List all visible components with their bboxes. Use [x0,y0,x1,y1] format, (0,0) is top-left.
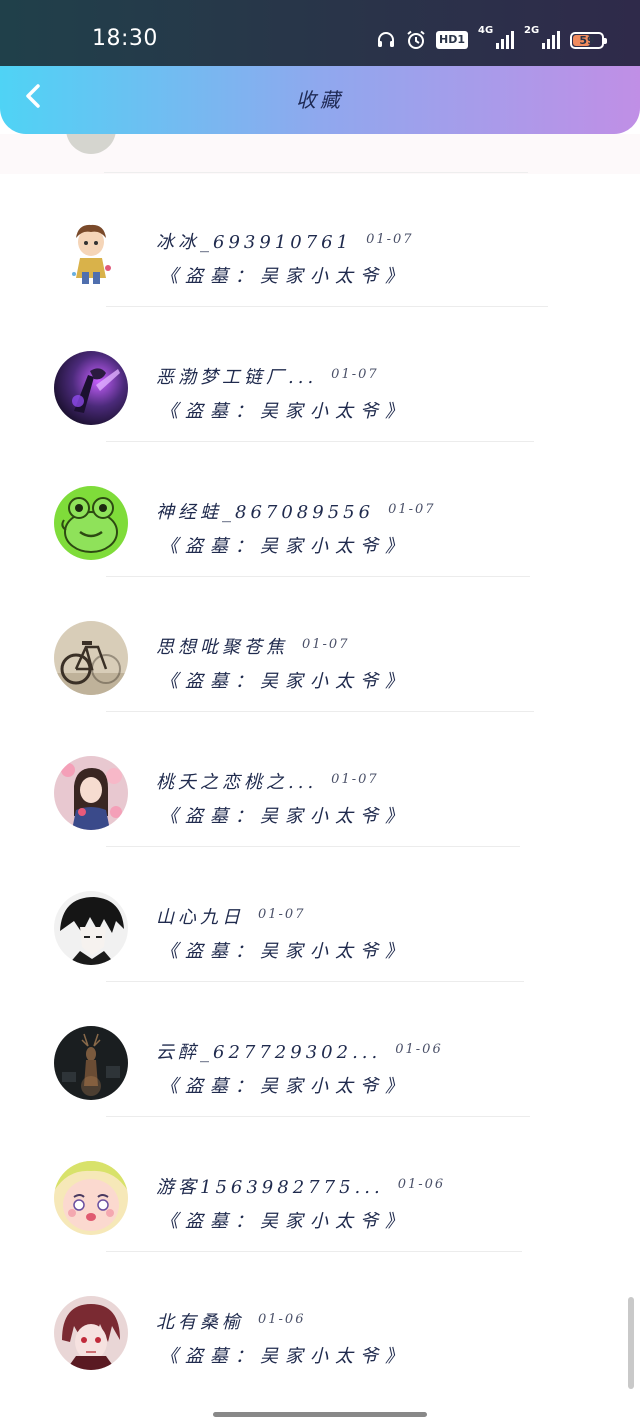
home-indicator[interactable] [213,1412,427,1417]
item-date: 01-07 [388,502,436,517]
list-item[interactable]: 恶渤梦工链厂... 01-07 《盗墓：吴家小太爷》 [0,307,640,442]
item-book-title: 《盗墓：吴家小太爷》 [160,1211,410,1232]
avatar [54,1296,128,1370]
item-username: 云醉_627729302... [156,1042,382,1063]
avatar [54,756,128,830]
item-date: 01-06 [397,1177,446,1192]
list-item[interactable]: 北有桑榆 01-06 《盗墓：吴家小太爷》 [0,1252,640,1387]
avatar [54,621,128,695]
item-username: 游客1563982775... [156,1177,384,1198]
avatar [66,134,116,154]
item-date: 01-07 [331,772,379,787]
list-item[interactable]: 山心九日 01-07 《盗墓：吴家小太爷》 [0,847,640,982]
item-username: 北有桑榆 [156,1312,244,1333]
list-item[interactable]: 云醉_627729302... 01-06 《盗墓：吴家小太爷》 [0,982,640,1117]
item-book-title: 《盗墓：吴家小太爷》 [160,671,410,692]
item-username: 思想吡聚苍焦 [156,637,288,658]
item-book-title: 《盗墓：吴家小太爷》 [160,1076,410,1097]
signal-2g-icon: 2G [524,25,560,49]
headphones-icon [376,30,396,50]
list-item[interactable]: 游客1563982775... 01-06 《盗墓：吴家小太爷》 [0,1117,640,1252]
item-username: 冰冰_693910761 [156,232,353,253]
signal-4g-label: 4G [478,25,494,36]
list-item[interactable]: 神经蛙_867089556 01-07 《盗墓：吴家小太爷》 [0,442,640,577]
signal-2g-label: 2G [524,25,540,36]
avatar [54,1026,128,1100]
battery-percent: 59 [579,33,595,47]
item-date: 01-06 [258,1312,306,1327]
item-date: 01-07 [302,637,350,652]
status-bar: 18:30 HD1 4G 2G 59 [0,0,640,66]
signal-4g-icon: 4G [478,25,514,49]
item-date: 01-07 [331,367,379,382]
list-item[interactable]: 思想吡聚苍焦 01-07 《盗墓：吴家小太爷》 [0,577,640,712]
item-book-title: 《盗墓：吴家小太爷》 [160,266,410,287]
item-username: 山心九日 [156,907,244,928]
avatar [54,1161,128,1235]
item-username: 神经蛙_867089556 [156,502,375,523]
status-time: 18:30 [92,26,158,51]
item-date: 01-06 [395,1042,443,1057]
item-book-title: 《盗墓：吴家小太爷》 [160,941,410,962]
status-icons: HD1 4G 2G 59 [376,25,607,52]
battery-icon: 59 [570,31,607,49]
item-username: 桃夭之恋桃之... [156,772,318,793]
list-item[interactable]: 冰冰_693910761 01-07 《盗墓：吴家小太爷》 [0,172,640,307]
avatar [54,216,128,290]
scrollbar[interactable] [628,1297,634,1389]
item-date: 01-07 [366,232,414,247]
avatar [54,486,128,560]
alarm-icon [406,30,426,50]
page-title: 收藏 [296,88,344,112]
item-book-title: 《盗墓：吴家小太爷》 [160,806,410,827]
avatar [54,891,128,965]
item-book-title: 《盗墓：吴家小太爷》 [160,401,410,422]
item-book-title: 《盗墓：吴家小太爷》 [160,536,410,557]
hd-icon: HD1 [436,31,468,49]
list-item-partial[interactable] [0,134,640,174]
app-header: 收藏 [0,66,640,134]
item-book-title: 《盗墓：吴家小太爷》 [160,1346,410,1367]
favorites-list[interactable]: 冰冰_693910761 01-07 《盗墓：吴家小太爷》 恶渤梦工链厂... 01-0… [0,134,640,1394]
item-date: 01-07 [258,907,306,922]
list-item[interactable]: 桃夭之恋桃之... 01-07 《盗墓：吴家小太爷》 [0,712,640,847]
item-username: 恶渤梦工链厂... [156,367,318,388]
avatar [54,351,128,425]
